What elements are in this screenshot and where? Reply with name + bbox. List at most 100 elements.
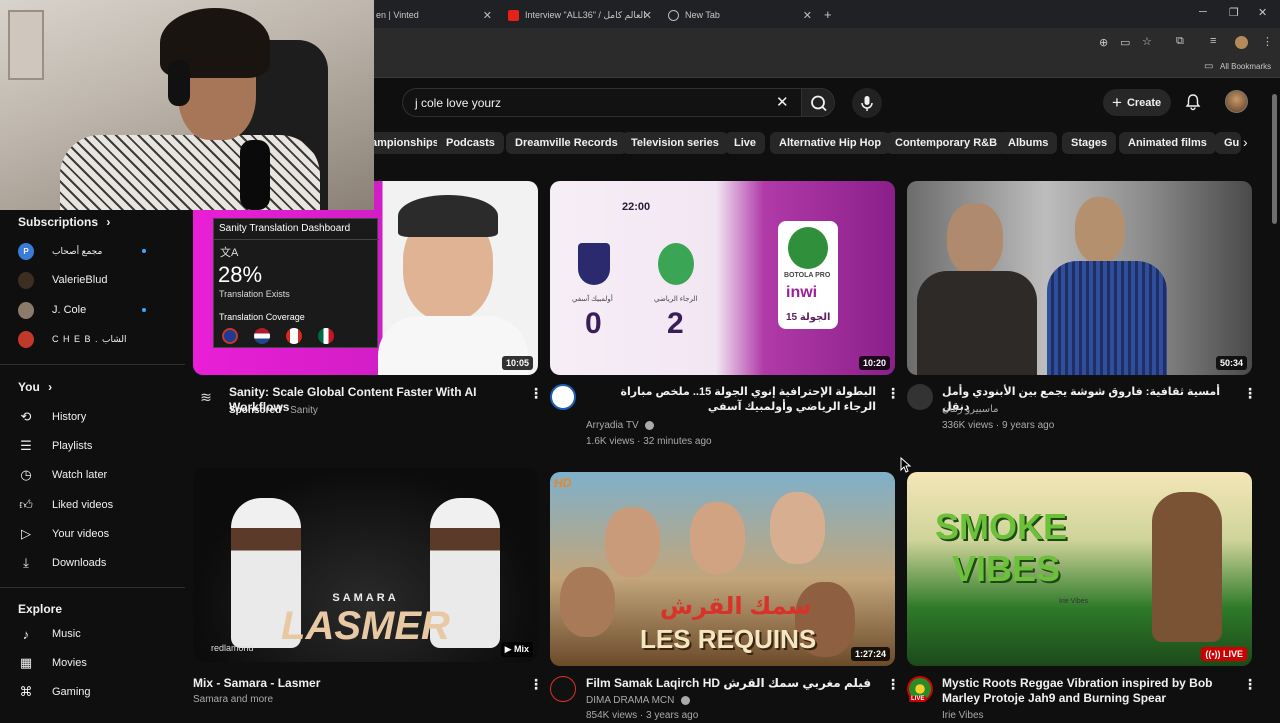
mix-badge: ▶︎ Mix — [500, 642, 533, 657]
sidebar-item-subscription[interactable]: J. Cole — [0, 296, 190, 324]
more-options-icon[interactable]: ⋮ — [529, 385, 543, 402]
subscription-label: مجمع أصحاب — [52, 245, 103, 256]
chevron-right-icon[interactable]: › — [1243, 134, 1248, 150]
sidebar-item-subscription[interactable]: P مجمع أصحاب — [0, 237, 190, 265]
cast-icon[interactable]: ▭ — [1120, 36, 1130, 49]
scrollbar-thumb[interactable] — [1272, 94, 1277, 224]
chip[interactable]: Contemporary R&B — [886, 132, 1007, 154]
close-window-icon[interactable]: ✕ — [1258, 6, 1267, 19]
more-options-icon[interactable]: ⋮ — [529, 676, 543, 693]
sidebar-item-your-videos[interactable]: ▷ Your videos — [0, 520, 190, 548]
channel-avatar[interactable] — [550, 384, 576, 410]
video-thumbnail[interactable]: Sanity Translation Dashboard 文A 28% Tran… — [193, 181, 538, 375]
chip[interactable]: Gu — [1215, 132, 1241, 154]
more-options-icon[interactable]: ⋮ — [886, 385, 900, 402]
restore-icon[interactable]: ❐ — [1229, 6, 1239, 19]
actor-face — [770, 492, 825, 564]
minimize-icon[interactable]: ─ — [1199, 6, 1207, 18]
subscription-label: J. Cole — [52, 304, 87, 316]
more-options-icon[interactable]: ⋮ — [1243, 385, 1257, 402]
live-icon: ((•)) — [1205, 649, 1223, 659]
chip[interactable]: Television series — [622, 132, 728, 154]
sidebar-item-watch-later[interactable]: ◷ Watch later — [0, 461, 190, 489]
video-thumbnail[interactable]: 50:34 — [907, 181, 1252, 375]
more-options-icon[interactable]: ⋮ — [886, 676, 900, 693]
chip[interactable]: Alternative Hip Hop — [770, 132, 891, 154]
video-thumbnail[interactable]: 22:00 أولمبيك آسفي الرجاء الرياضي 0 2 BO… — [550, 181, 895, 375]
chip[interactable]: Stages — [1062, 132, 1117, 154]
video-thumbnail[interactable]: HD سمك القرش LES REQUINS 1:27:24 — [550, 472, 895, 666]
close-icon[interactable]: ✕ — [643, 9, 652, 22]
clear-search-icon[interactable]: ✕ — [776, 93, 789, 111]
sidebar-item-history[interactable]: ⟲ History — [0, 403, 190, 431]
chip[interactable]: ampionships — [362, 132, 448, 154]
video-title[interactable]: Mystic Roots Reggae Vibration inspired b… — [942, 676, 1232, 706]
search-query: j cole love yourz — [415, 95, 502, 110]
channel-name[interactable]: DIMA DRAMA MCN — [586, 695, 674, 706]
search-input[interactable]: j cole love yourz — [402, 88, 801, 117]
notifications-bell-icon[interactable] — [1184, 93, 1202, 111]
channel-avatar[interactable] — [550, 676, 576, 702]
explore-heading: Explore — [18, 602, 63, 616]
create-button[interactable]: + Create — [1103, 89, 1171, 116]
bookmark-star-icon[interactable]: ☆ — [1142, 35, 1152, 48]
video-duration: 50:34 — [1215, 356, 1247, 370]
sidebar-label: Gaming — [52, 686, 91, 698]
all-bookmarks[interactable]: All Bookmarks — [1220, 62, 1271, 71]
man-right-head — [1075, 197, 1125, 263]
channel-avatar[interactable] — [907, 384, 933, 410]
channel-avatar — [18, 301, 34, 319]
channel-name[interactable]: Sanity — [290, 405, 318, 416]
sidebar-item-playlists[interactable]: ☰ Playlists — [0, 432, 190, 460]
chip[interactable]: Albums — [999, 132, 1058, 154]
channel-name[interactable]: Arryadia TV — [586, 420, 639, 431]
chip[interactable]: Dreamville Records — [506, 132, 627, 154]
browser-tab-active[interactable]: New Tab ✕ — [660, 4, 818, 26]
reading-list-icon[interactable]: ≡ — [1210, 35, 1216, 47]
video-title[interactable]: Film Samak Laqirch HD فيلم مغربي سمك الق… — [586, 676, 876, 691]
brand-label: Irie Vibes — [1059, 598, 1089, 605]
search-button[interactable] — [801, 88, 835, 117]
verified-icon — [681, 695, 691, 705]
sidebar-item-subscription[interactable]: C H E B . الشاب — [0, 325, 190, 353]
chip[interactable]: Podcasts — [437, 132, 504, 154]
profile-avatar[interactable] — [1235, 36, 1248, 49]
live-badge-small: LIVE — [909, 696, 927, 702]
account-avatar[interactable] — [1225, 90, 1248, 113]
browser-tab[interactable]: Interview "ALL36" / العالم كامل ✕ — [500, 4, 658, 26]
chip[interactable]: Animated films — [1119, 132, 1216, 154]
zoom-icon[interactable]: ⊕ — [1099, 36, 1108, 49]
video-title[interactable]: Mix - Samara - Lasmer — [193, 676, 513, 691]
team-left-name: أولمبيك آسفي — [572, 296, 613, 303]
extensions-icon[interactable]: ⧉ — [1176, 35, 1184, 48]
channel-name[interactable]: Irie Vibes — [942, 708, 984, 723]
sidebar-item-music[interactable]: ♪ Music — [0, 620, 190, 648]
presenter-cap — [398, 195, 498, 237]
more-options-icon[interactable]: ⋮ — [1243, 676, 1257, 693]
you-heading[interactable]: You › — [18, 380, 52, 394]
chip[interactable]: Live — [725, 132, 766, 154]
close-icon[interactable]: ✕ — [483, 9, 492, 22]
sidebar-item-gaming[interactable]: ⌘ Gaming — [0, 678, 190, 706]
score-left: 0 — [585, 307, 602, 340]
new-tab-icon[interactable]: + — [824, 7, 832, 22]
sidebar-item-downloads[interactable]: ⤓ Downloads — [0, 549, 190, 577]
channel-name[interactable]: ماسبيرو زمان — [942, 402, 999, 417]
video-meta: Sponsored · Sanity — [229, 403, 318, 418]
close-icon[interactable]: ✕ — [803, 9, 812, 22]
your-videos-icon: ▷ — [21, 526, 31, 541]
browser-menu-icon[interactable]: ⋮ — [1262, 35, 1273, 48]
browser-tab[interactable]: en | Vinted ✕ — [368, 4, 498, 26]
voice-search-button[interactable] — [852, 88, 882, 118]
sidebar-item-movies[interactable]: ▦ Movies — [0, 649, 190, 677]
sidebar-item-subscription[interactable]: ValerieBlud — [0, 266, 190, 294]
channel-avatar[interactable]: ≋ — [193, 384, 219, 410]
sidebar-item-liked-videos[interactable]: 👍︎ Liked videos — [0, 491, 190, 519]
subscriptions-heading[interactable]: Subscriptions › — [18, 215, 110, 229]
video-thumbnail[interactable]: SAMARA LASMER redlamond ▶︎ Mix — [193, 468, 538, 662]
video-title[interactable]: البطولة الإحترافية إنوي الجولة 15.. ملخص… — [586, 385, 876, 415]
channel-name[interactable]: Samara and more — [193, 692, 273, 707]
translation-dashboard-panel: Sanity Translation Dashboard 文A 28% Tran… — [213, 218, 379, 348]
video-thumbnail[interactable]: SMOKE VIBES Irie Vibes ((•)) LIVE — [907, 472, 1252, 666]
tab-label: New Tab — [685, 10, 720, 20]
